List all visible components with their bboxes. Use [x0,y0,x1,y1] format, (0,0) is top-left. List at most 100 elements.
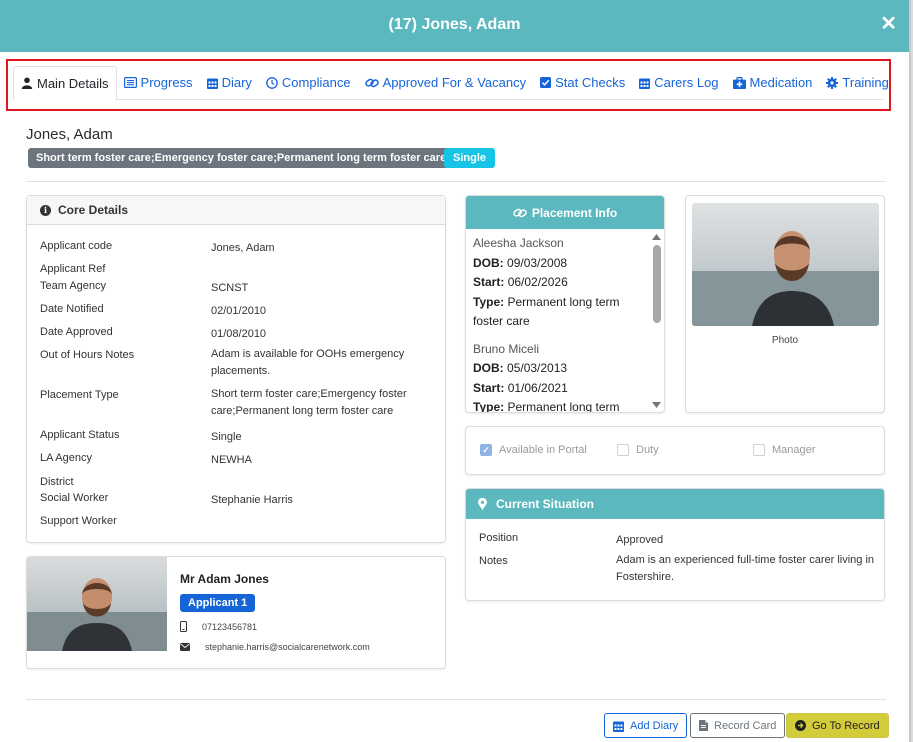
calendar-icon [206,78,218,89]
start-value: 01/06/2021 [507,380,568,395]
link-icon [364,78,379,87]
detail-label: Applicant Ref [40,263,106,275]
placement-entry: Aleesha Jackson DOB: 09/03/2008 Start: 0… [473,234,648,332]
checkbox-checked-icon: ✓ [480,444,492,456]
go-to-record-button[interactable]: Go To Record [786,713,889,738]
tab-label: Compliance [281,75,351,90]
tab-progress[interactable]: Progress [117,66,200,100]
detail-value: NEWHA [211,454,252,466]
placement-info-title: Placement Info [531,205,618,220]
position-label: Position [479,532,519,544]
detail-label: Date Approved [40,326,113,338]
start-line: Start: 06/02/2026 [473,275,568,289]
scroll-up-icon[interactable] [652,234,661,240]
tab-bar: Main Details Progress Diary Compliance A… [13,65,889,101]
tab-label: Main Details [37,75,109,91]
add-diary-button[interactable]: Add Diary [604,713,688,738]
applicant-contact-card: Mr Adam Jones Applicant 1 07123456781 st… [26,556,446,669]
current-situation-card: Current Situation Position Approved Note… [465,488,885,601]
detail-value: 02/01/2010 [211,305,267,317]
placement-type-badge: Short term foster care;Emergency foster … [28,148,455,168]
tab-label: Carers Log [654,75,719,90]
gear-icon [826,76,839,89]
available-in-portal-checkbox[interactable]: ✓ Available in Portal [480,444,587,456]
core-details-card: i Core Details Applicant code Jones, Adam… [26,195,446,543]
button-label: Go To Record [812,719,880,732]
button-label: Add Diary [630,719,679,732]
placement-info-card: Placement Info Aleesha Jackson DOB: 09/0… [465,195,665,413]
tab-main-details[interactable]: Main Details [13,65,117,101]
scroll-down-icon[interactable] [652,402,661,408]
placement-scrollbar[interactable] [650,232,662,410]
detail-value: SCNST [211,282,249,294]
notes-value: Adam is an experienced full-time foster … [616,554,875,583]
tab-approved-for-vacancy[interactable]: Approved For & Vacancy [358,66,534,100]
detail-label: District [40,476,74,488]
checkbox-empty-icon [617,444,629,456]
duty-checkbox[interactable]: Duty [617,444,659,456]
medkit-icon [732,76,746,89]
detail-label: Social Worker [40,492,109,504]
detail-value: Jones, Adam [211,242,275,254]
tab-carers-log[interactable]: Carers Log [632,66,725,100]
divider [26,181,886,182]
checkbox-empty-icon [753,444,765,456]
calendar-icon [639,78,651,89]
tab-diary[interactable]: Diary [200,66,259,100]
status-badge: Single [444,148,496,168]
core-details-header: i Core Details [27,196,445,225]
tab-training[interactable]: Training [819,66,895,100]
carer-details-modal: (17) Jones, Adam ✕ Main Details Progress… [0,0,911,742]
tab-label: Medication [749,75,813,90]
scrollbar-thumb[interactable] [653,245,661,323]
modal-header: (17) Jones, Adam ✕ [0,0,909,52]
type-line: Type: Permanent long term foster care [473,294,620,329]
tab-label: Stat Checks [555,75,626,90]
detail-label: Applicant code [40,240,113,252]
phone-icon [180,621,187,632]
type-line: Type: Permanent long term foster care [473,398,648,412]
applicant-photo [27,557,167,651]
tab-compliance[interactable]: Compliance [259,66,358,100]
current-situation-header: Current Situation [466,489,884,519]
tab-stat-checks[interactable]: Stat Checks [533,66,632,100]
email-address[interactable]: stephanie.harris@socialcarenetwork.com [205,642,370,652]
detail-label: Applicant Status [40,429,120,441]
record-card-button[interactable]: Record Card [690,713,786,738]
arrow-circle-right-icon [795,720,806,731]
start-value: 06/02/2026 [507,275,568,289]
placement-list[interactable]: Aleesha Jackson DOB: 09/03/2008 Start: 0… [473,234,648,412]
placement-entry: Bruno Miceli DOB: 05/03/2013 Start: 01/0… [473,340,648,413]
manager-checkbox[interactable]: Manager [753,444,815,456]
detail-value: Adam is available for OOHs emergency pla… [211,348,405,377]
detail-label: LA Agency [40,452,92,464]
calendar-icon [613,721,624,732]
carer-name-heading: Jones, Adam [26,126,113,143]
tab-label: Training [842,75,889,90]
detail-label: Out of Hours Notes [40,349,135,361]
email-line: stephanie.harris@socialcarenetwork.com [180,642,370,652]
detail-label: Placement Type [40,389,119,401]
tab-label: Diary [221,75,252,90]
user-icon [21,77,33,89]
child-name: Bruno Miceli [473,341,540,356]
placement-info-header: Placement Info [466,196,664,229]
close-icon[interactable]: ✕ [880,14,897,34]
tab-label: Approved For & Vacancy [382,75,527,90]
flags-card: ✓ Available in Portal Duty Manager [465,426,885,475]
carer-photo [692,203,879,326]
applicant-role-badge: Applicant 1 [180,594,256,612]
checkbox-label: Duty [636,444,659,456]
photo-card: Photo [685,195,885,413]
detail-label: Support Worker [40,515,117,527]
phone-number: 07123456781 [202,621,258,632]
detail-value: Stephanie Harris [211,494,293,506]
modal-title: (17) Jones, Adam [388,16,521,33]
position-value: Approved [616,534,664,546]
tab-medication[interactable]: Medication [726,66,820,100]
tab-label: Progress [140,75,193,90]
footer-divider [26,699,886,700]
current-situation-title: Current Situation [496,497,594,511]
document-icon [699,720,708,731]
dob-value: 05/03/2013 [507,361,568,375]
